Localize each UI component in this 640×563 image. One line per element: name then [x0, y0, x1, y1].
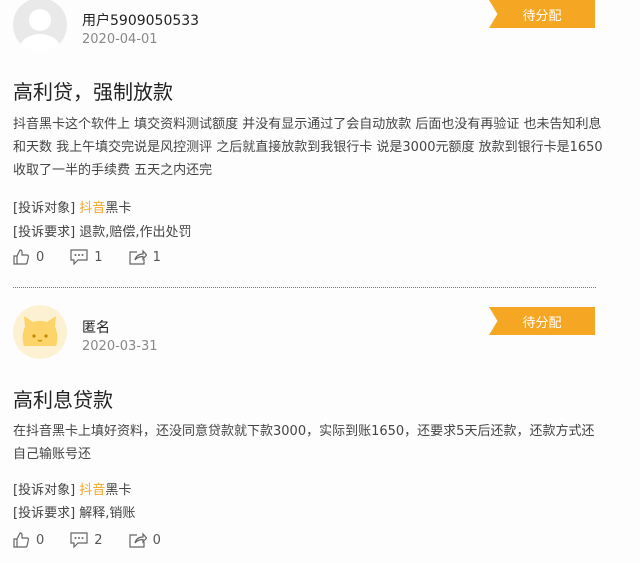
request-label: [投诉要求] [13, 225, 76, 240]
action-bar: 0 2 0 [13, 532, 187, 548]
target-link[interactable]: 抖音 [79, 201, 105, 216]
cat-avatar[interactable] [13, 305, 67, 359]
target-rest: 黑卡 [105, 201, 132, 216]
default-avatar[interactable] [13, 0, 67, 52]
like-count: 0 [36, 532, 45, 548]
post-title[interactable]: 高利息贷款 [13, 384, 113, 413]
share-count: 0 [152, 532, 161, 548]
complaint-card: 匿名 2020-03-31 待分配 高利息贷款 在抖音黑卡上填好资料，还没同意贷… [0, 300, 640, 563]
request-value: 解释,销账 [79, 506, 136, 521]
complaint-card: 用户5909050533 2020-04-01 待分配 高利贷，强制放款 抖音黑… [0, 0, 640, 290]
username[interactable]: 匿名 [82, 317, 110, 337]
like-count: 0 [36, 249, 45, 265]
share-icon [128, 532, 147, 548]
share-button[interactable]: 1 [128, 249, 161, 265]
share-icon [128, 249, 147, 265]
share-count: 1 [152, 249, 161, 265]
cat-face-icon [22, 316, 58, 346]
post-date: 2020-04-01 [82, 32, 158, 47]
request-label: [投诉要求] [13, 506, 76, 521]
post-content: 在抖音黑卡上填好资料，还没同意贷款就下款3000，实际到账1650，还要求5天后… [13, 424, 595, 462]
comment-count: 1 [94, 249, 103, 265]
post-date: 2020-03-31 [82, 339, 158, 354]
target-label: [投诉对象] [13, 483, 76, 498]
complaint-target: [投诉对象] 抖音黑卡 [13, 197, 131, 216]
complaint-target: [投诉对象] 抖音黑卡 [13, 479, 131, 498]
comment-icon [70, 532, 88, 548]
post-content: 抖音黑卡这个软件上 填交资料测试额度 并没有显示通过了会自动放款 后面也没有再验… [13, 117, 603, 178]
thumbs-up-icon [13, 532, 30, 548]
comment-count: 2 [94, 532, 103, 548]
target-label: [投诉对象] [13, 201, 76, 216]
share-button[interactable]: 0 [128, 532, 161, 548]
like-button[interactable]: 0 [13, 532, 44, 548]
post-divider [13, 287, 596, 288]
action-bar: 0 1 1 [13, 249, 187, 265]
comment-button[interactable]: 1 [70, 249, 103, 265]
thumbs-up-icon [13, 249, 30, 265]
complaint-request: [投诉要求] 解释,销账 [13, 502, 135, 521]
target-link[interactable]: 抖音 [79, 483, 105, 498]
comment-icon [70, 249, 88, 265]
like-button[interactable]: 0 [13, 249, 44, 265]
target-rest: 黑卡 [105, 483, 132, 498]
status-badge: 待分配 [489, 307, 595, 335]
user-silhouette-icon [20, 9, 60, 52]
complaint-request: [投诉要求] 退款,赔偿,作出处罚 [13, 221, 192, 240]
status-badge: 待分配 [489, 0, 595, 28]
username[interactable]: 用户5909050533 [82, 10, 199, 30]
comment-button[interactable]: 2 [70, 532, 103, 548]
post-title[interactable]: 高利贷，强制放款 [13, 76, 173, 105]
request-value: 退款,赔偿,作出处罚 [79, 225, 192, 240]
